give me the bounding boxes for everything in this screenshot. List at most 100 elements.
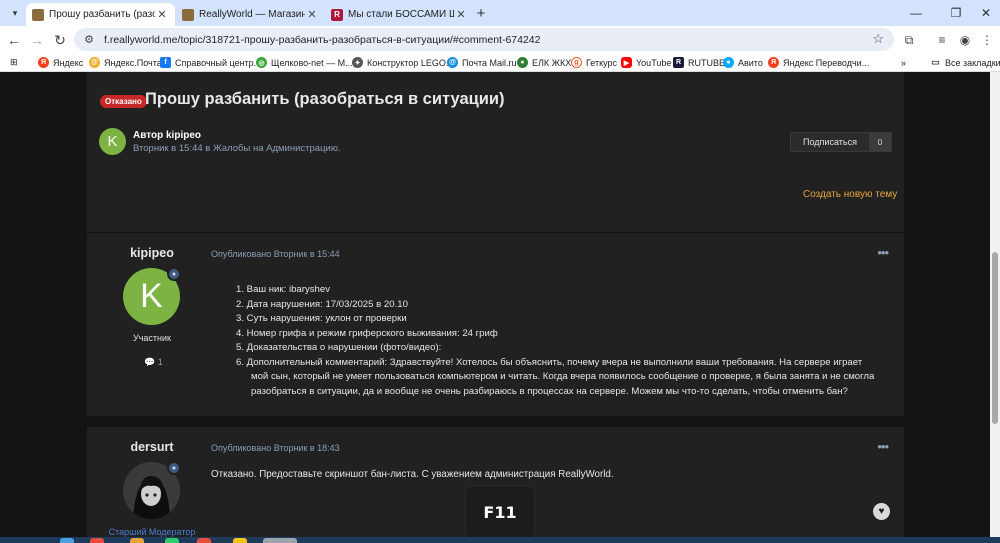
getcourse-icon: g bbox=[571, 57, 582, 68]
bookmark-lego[interactable]: ✦ Конструктор LEGO... bbox=[352, 55, 453, 70]
rutube-icon: R bbox=[673, 57, 684, 68]
scrollbar[interactable] bbox=[990, 72, 1000, 543]
elk-icon: ● bbox=[517, 57, 528, 68]
close-window-icon[interactable]: ✕ bbox=[974, 4, 998, 22]
extensions-icon[interactable]: ⧉ bbox=[900, 31, 918, 49]
close-tab-icon[interactable]: ✕ bbox=[305, 8, 319, 21]
follow-button[interactable]: Подписаться 0 bbox=[790, 132, 892, 152]
bookmark-label: Справочный центр... bbox=[175, 57, 262, 68]
post-body: Отказано. Предоставьте скриншот бан-лист… bbox=[211, 469, 614, 480]
back-arrow-icon[interactable]: ← bbox=[4, 30, 24, 50]
address-bar[interactable]: ⚙ f.reallyworld.me/topic/318721-прошу-ра… bbox=[74, 28, 894, 51]
bookmark-label: Яндекс bbox=[53, 57, 84, 68]
topic-author[interactable]: Автор kipipeo bbox=[133, 130, 201, 141]
tab-shop[interactable]: ReallyWorld — Магазин приве ✕ bbox=[176, 3, 325, 26]
tab-active[interactable]: Прошу разбанить (разобрать ✕ bbox=[26, 3, 175, 26]
post-count-value: 1 bbox=[157, 357, 163, 367]
network-icon: ◎ bbox=[256, 57, 267, 68]
list-item: 4. Номер грифа и режим гриферского выжив… bbox=[236, 327, 498, 339]
tab-title: Мы стали БОССАМИ Школ bbox=[348, 9, 454, 20]
like-heart-icon[interactable]: ♥ bbox=[873, 503, 890, 520]
restore-icon[interactable]: ❐ bbox=[944, 4, 968, 22]
post-kipipeo: kipipeo K ● Участник 💬 1 Опубликовано Вт… bbox=[87, 233, 904, 416]
follow-count: 0 bbox=[869, 133, 891, 151]
user-role: Участник bbox=[133, 333, 171, 343]
tab-title: ReallyWorld — Магазин приве bbox=[199, 9, 305, 20]
bookmark-yandex[interactable]: Я Яндекс bbox=[38, 55, 83, 70]
tab-video[interactable]: R Мы стали БОССАМИ Школ ✕ bbox=[325, 3, 474, 26]
comment-icon: 💬 bbox=[144, 357, 156, 367]
translate-icon: Я bbox=[768, 57, 779, 68]
list-item: 1. Ваш ник: ibaryshev bbox=[236, 284, 331, 295]
reallyworld-favicon-icon bbox=[32, 8, 44, 21]
forum-page: Отказано Прошу разбанить (разобраться в … bbox=[0, 72, 1000, 543]
f11-key-overlay: F11 bbox=[466, 486, 534, 539]
bookmark-yandex-mail[interactable]: @ Яндекс.Почта bbox=[89, 55, 162, 70]
bookmark-label: Геткурс bbox=[586, 57, 618, 68]
bookmark-mailru[interactable]: @ Почта Mail.ru bbox=[447, 55, 517, 70]
rank-badge-icon: ● bbox=[167, 461, 181, 475]
bookmark-help-center[interactable]: f Справочный центр... bbox=[160, 55, 261, 70]
bookmark-label: Авито bbox=[738, 57, 763, 68]
mailru-icon: @ bbox=[447, 57, 458, 68]
bookmark-label: YouTube bbox=[636, 57, 672, 68]
bookmark-label: Яндекс.Почта bbox=[104, 57, 162, 68]
tab-strip: ▾ Прошу разбанить (разобрать ✕ ReallyWor… bbox=[0, 0, 1000, 26]
bookmark-shchelkovo[interactable]: ◎ Щелково-net — М... bbox=[256, 55, 353, 70]
avatar[interactable]: K bbox=[99, 128, 126, 155]
bookmark-rutube[interactable]: R RUTUBE bbox=[673, 55, 725, 70]
bookmark-label: RUTUBE bbox=[688, 57, 726, 68]
close-tab-icon[interactable]: ✕ bbox=[155, 8, 169, 21]
list-item: 6. Дополнительный комментарий: Здравству… bbox=[236, 356, 875, 397]
media-icon[interactable]: ≡ bbox=[933, 31, 951, 49]
tab-search-icon[interactable]: ▾ bbox=[6, 4, 24, 22]
lego-icon: ✦ bbox=[352, 57, 363, 68]
post-options-icon[interactable]: ••• bbox=[877, 245, 889, 260]
post-username[interactable]: kipipeo bbox=[87, 246, 217, 260]
all-bookmarks-label: Все закладки bbox=[945, 57, 1000, 68]
bookmark-yandex-translate[interactable]: Я Яндекс Переводчи... bbox=[768, 55, 869, 70]
reallyworld-favicon-icon bbox=[182, 8, 194, 21]
new-tab-button[interactable]: + bbox=[472, 4, 490, 22]
yandex-icon: Я bbox=[38, 57, 49, 68]
bookmark-getcourse[interactable]: g Геткурс bbox=[571, 55, 617, 70]
topic-meta[interactable]: Вторник в 15:44 в Жалобы на Администраци… bbox=[133, 143, 341, 154]
post-username[interactable]: dersurt bbox=[87, 440, 217, 454]
post-date[interactable]: Опубликовано Вторник в 15:44 bbox=[211, 249, 340, 259]
bookmark-avito[interactable]: ● Авито bbox=[723, 55, 763, 70]
mail-icon: @ bbox=[89, 57, 100, 68]
bookmark-label: ЕЛК ЖКХ bbox=[532, 57, 572, 68]
minimize-icon[interactable]: — bbox=[904, 4, 928, 22]
post-date[interactable]: Опубликовано Вторник в 18:43 bbox=[211, 443, 340, 453]
scrollbar-thumb[interactable] bbox=[992, 252, 998, 424]
rutube-favicon-icon: R bbox=[331, 8, 343, 21]
rank-badge-icon: ● bbox=[167, 267, 181, 281]
all-bookmarks[interactable]: ▭ Все закладки bbox=[930, 55, 1000, 70]
apps-grid-icon[interactable]: ⊞ bbox=[10, 55, 18, 70]
forward-arrow-icon[interactable]: → bbox=[27, 30, 47, 50]
bookmark-youtube[interactable]: ▶ YouTube bbox=[621, 55, 671, 70]
create-topic-link[interactable]: Создать новую тему bbox=[803, 189, 897, 200]
post-count: 💬 1 bbox=[144, 357, 163, 368]
site-info-icon[interactable]: ⚙ bbox=[82, 33, 96, 47]
bookmark-label: Щелково-net — М... bbox=[271, 57, 353, 68]
profile-icon[interactable]: ◉ bbox=[956, 31, 974, 49]
list-item: 3. Суть нарушения: уклон от проверки bbox=[236, 313, 407, 324]
folder-icon: ▭ bbox=[931, 57, 940, 67]
list-item: 2. Дата нарушения: 17/03/2025 в 20.10 bbox=[236, 298, 408, 310]
bookmark-label: Конструктор LEGO... bbox=[367, 57, 454, 68]
bookmark-label: Яндекс Переводчи... bbox=[783, 57, 870, 68]
bookmark-label: Почта Mail.ru bbox=[462, 57, 517, 68]
url-text[interactable]: f.reallyworld.me/topic/318721-прошу-разб… bbox=[104, 34, 541, 46]
avito-icon: ● bbox=[723, 57, 734, 68]
post-options-icon[interactable]: ••• bbox=[877, 439, 889, 454]
more-bookmarks-icon[interactable]: » bbox=[901, 55, 906, 70]
bookmark-star-icon[interactable]: ☆ bbox=[872, 31, 884, 47]
close-tab-icon[interactable]: ✕ bbox=[454, 8, 468, 21]
menu-kebab-icon[interactable]: ⋮ bbox=[978, 31, 996, 49]
tab-title: Прошу разбанить (разобрать bbox=[49, 9, 155, 20]
page-title: Прошу разбанить (разобраться в ситуации) bbox=[145, 90, 505, 108]
reload-icon[interactable]: ↻ bbox=[50, 30, 70, 50]
facebook-icon: f bbox=[160, 57, 171, 68]
bookmark-elk[interactable]: ● ЕЛК ЖКХ bbox=[517, 55, 571, 70]
